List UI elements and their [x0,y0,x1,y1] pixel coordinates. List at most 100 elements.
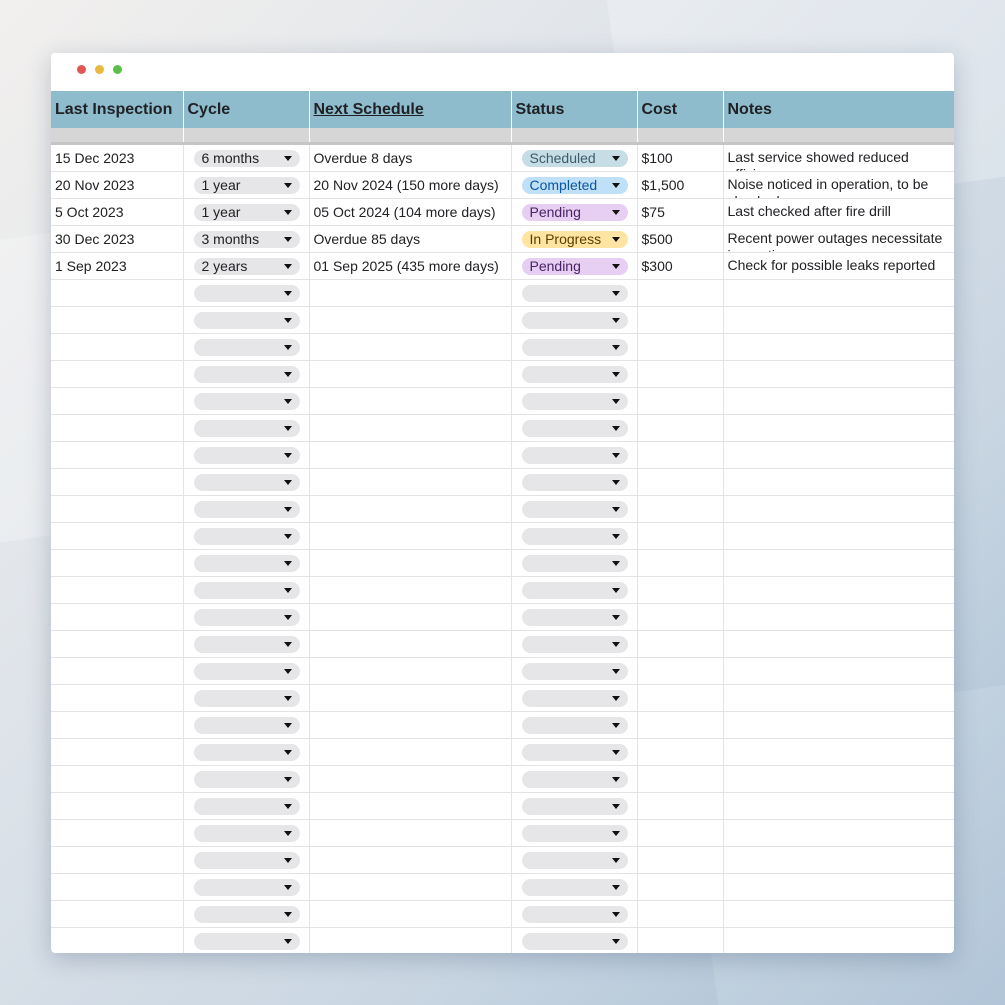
status-dropdown[interactable] [521,662,628,680]
chevron-down-icon[interactable] [283,722,292,728]
status-dropdown[interactable] [521,392,628,410]
cell-last-inspection[interactable] [51,819,184,847]
cell-notes[interactable] [723,873,954,901]
cell-notes[interactable]: Recent power outages necessitate inspect… [723,225,954,253]
cell-last-inspection[interactable] [51,576,184,604]
status-dropdown[interactable]: Pending [521,257,628,275]
cell-last-inspection[interactable] [51,279,184,307]
cell-next-schedule[interactable] [309,387,512,415]
chevron-down-icon[interactable] [611,371,620,377]
chevron-down-icon[interactable] [611,182,620,188]
chevron-down-icon[interactable] [283,533,292,539]
cycle-dropdown[interactable]: 1 year [193,176,300,194]
header-last-inspection[interactable]: Last Inspection [51,91,184,128]
cycle-dropdown[interactable]: 3 months [193,230,300,248]
cell-cost[interactable] [637,387,724,415]
status-dropdown[interactable] [521,905,628,923]
cell-next-schedule[interactable] [309,279,512,307]
chevron-down-icon[interactable] [283,425,292,431]
cell-last-inspection[interactable] [51,657,184,685]
cell-cycle[interactable] [183,306,310,334]
chevron-down-icon[interactable] [611,398,620,404]
cycle-dropdown[interactable] [193,338,300,356]
chevron-down-icon[interactable] [611,587,620,593]
cycle-dropdown[interactable] [193,662,300,680]
cell-cycle[interactable] [183,603,310,631]
chevron-down-icon[interactable] [611,668,620,674]
cycle-dropdown[interactable] [193,365,300,383]
cell-status[interactable] [511,900,638,928]
cell-last-inspection[interactable] [51,495,184,523]
status-dropdown[interactable]: Completed [521,176,628,194]
cell-last-inspection[interactable]: 20 Nov 2023 [51,171,184,199]
cell-notes[interactable] [723,765,954,793]
status-dropdown[interactable] [521,851,628,869]
status-dropdown[interactable] [521,608,628,626]
cell-last-inspection[interactable] [51,846,184,874]
cell-next-schedule[interactable] [309,765,512,793]
cell-last-inspection[interactable] [51,927,184,953]
cell-cost[interactable] [637,495,724,523]
cell-notes[interactable]: Last service showed reduced efficiency [723,143,954,172]
chevron-down-icon[interactable] [283,641,292,647]
cell-notes[interactable] [723,819,954,847]
cell-next-schedule[interactable]: 05 Oct 2024 (104 more days) [309,198,512,226]
cell-cycle[interactable] [183,900,310,928]
status-dropdown[interactable] [521,311,628,329]
chevron-down-icon[interactable] [611,749,620,755]
cycle-dropdown[interactable] [193,581,300,599]
cell-cost[interactable]: $500 [637,225,724,253]
chevron-down-icon[interactable] [611,695,620,701]
chevron-down-icon[interactable] [611,641,620,647]
cell-notes[interactable] [723,468,954,496]
status-dropdown[interactable]: In Progress [521,230,628,248]
cell-cycle[interactable] [183,522,310,550]
chevron-down-icon[interactable] [283,506,292,512]
chevron-down-icon[interactable] [611,722,620,728]
cell-cycle[interactable] [183,846,310,874]
cycle-dropdown[interactable]: 6 months [193,149,300,167]
cell-notes[interactable] [723,387,954,415]
cell-cycle[interactable] [183,873,310,901]
cell-cost[interactable] [637,657,724,685]
cell-notes[interactable] [723,657,954,685]
chevron-down-icon[interactable] [611,209,620,215]
cycle-dropdown[interactable] [193,905,300,923]
cycle-dropdown[interactable] [193,500,300,518]
cell-status[interactable] [511,333,638,361]
cycle-dropdown[interactable] [193,851,300,869]
chevron-down-icon[interactable] [283,776,292,782]
cell-cycle[interactable] [183,549,310,577]
cell-next-schedule[interactable] [309,630,512,658]
cell-cost[interactable] [637,846,724,874]
cell-status[interactable] [511,819,638,847]
cell-next-schedule[interactable] [309,360,512,388]
cell-cycle[interactable] [183,468,310,496]
cell-notes[interactable] [723,711,954,739]
cell-notes[interactable] [723,441,954,469]
cell-last-inspection[interactable] [51,549,184,577]
cell-cycle[interactable]: 6 months [183,143,310,172]
cell-status[interactable] [511,360,638,388]
cell-next-schedule[interactable]: 20 Nov 2024 (150 more days) [309,171,512,199]
cell-cycle[interactable] [183,765,310,793]
cell-next-schedule[interactable] [309,549,512,577]
chevron-down-icon[interactable] [283,803,292,809]
cell-cycle[interactable] [183,333,310,361]
cell-cost[interactable] [637,792,724,820]
cell-next-schedule[interactable] [309,738,512,766]
cell-cost[interactable] [637,927,724,953]
cell-cycle[interactable] [183,387,310,415]
cell-status[interactable] [511,765,638,793]
chevron-down-icon[interactable] [611,938,620,944]
cycle-dropdown[interactable] [193,392,300,410]
cell-last-inspection[interactable] [51,387,184,415]
cell-status[interactable] [511,522,638,550]
chevron-down-icon[interactable] [611,857,620,863]
cell-status[interactable] [511,846,638,874]
cell-last-inspection[interactable] [51,684,184,712]
cell-notes[interactable] [723,306,954,334]
chevron-down-icon[interactable] [611,317,620,323]
chevron-down-icon[interactable] [283,668,292,674]
cell-status[interactable] [511,738,638,766]
